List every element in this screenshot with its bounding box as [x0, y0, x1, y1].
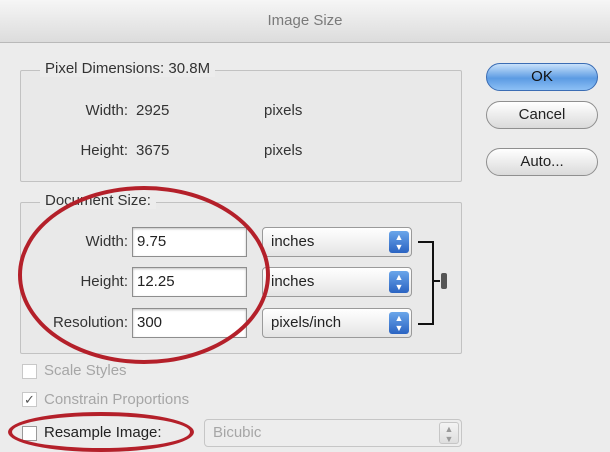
annotation-circle-resample: [8, 412, 194, 452]
auto-button[interactable]: Auto...: [486, 148, 598, 176]
pixel-width-unit: pixels: [264, 102, 303, 119]
constrain-proportions-label: Constrain Proportions: [44, 391, 190, 408]
chain-link-icon: [441, 273, 447, 289]
scale-styles-label: Scale Styles: [44, 362, 127, 379]
doc-width-unit-select[interactable]: inches ▲ ▼: [262, 227, 412, 257]
pixel-width-value: 2925: [136, 102, 170, 119]
pixel-dimensions-legend: Pixel Dimensions: 30.8M: [40, 60, 216, 77]
pixel-dimensions-size: 30.8M: [168, 60, 211, 77]
title-bar: Image Size: [0, 0, 610, 43]
resolution-unit-select[interactable]: pixels/inch ▲ ▼: [262, 308, 412, 338]
doc-height-unit-select[interactable]: inches ▲ ▼: [262, 267, 412, 297]
pixel-dimensions-group: [20, 70, 462, 182]
doc-width-unit-value: inches: [271, 233, 315, 250]
constrain-proportions-checkbox[interactable]: ✓: [22, 392, 37, 407]
select-arrows-icon: ▲ ▼: [389, 271, 409, 293]
scale-styles-checkbox[interactable]: [22, 364, 37, 379]
pixel-height-unit: pixels: [264, 142, 303, 159]
resolution-unit-value: pixels/inch: [271, 314, 342, 331]
doc-height-unit-value: inches: [271, 273, 315, 290]
ok-button[interactable]: OK: [486, 63, 598, 91]
bracket-connector: [432, 280, 440, 282]
select-arrows-icon: ▲ ▼: [389, 312, 409, 334]
pixel-height-value: 3675: [136, 142, 170, 159]
select-arrows-icon: ▲ ▼: [439, 422, 459, 444]
pixel-height-label: Height:: [80, 142, 128, 159]
pixel-width-label: Width:: [85, 102, 128, 119]
window-title: Image Size: [267, 12, 343, 29]
pixel-dimensions-title: Pixel Dimensions:: [45, 60, 165, 77]
checkmark-icon: ✓: [24, 392, 35, 407]
cancel-button[interactable]: Cancel: [486, 101, 598, 129]
annotation-circle-document-size: [18, 186, 270, 364]
select-arrows-icon: ▲ ▼: [389, 231, 409, 253]
resample-method-select[interactable]: Bicubic ▲ ▼: [204, 419, 462, 447]
resample-method-value: Bicubic: [213, 424, 262, 441]
constrain-bracket: [418, 241, 434, 325]
